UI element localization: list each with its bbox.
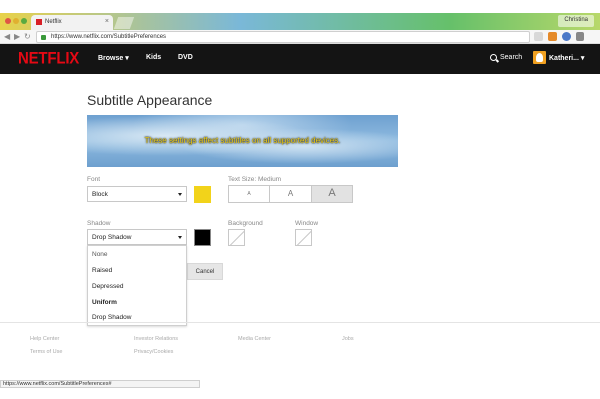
menu-icon[interactable] (576, 32, 584, 41)
reload-icon[interactable]: ↻ (24, 32, 31, 41)
shadow-color-swatch[interactable] (194, 229, 211, 246)
shadow-label: Shadow (87, 220, 111, 227)
netflix-logo[interactable]: NETFLIX (18, 49, 79, 68)
chevron-down-icon (178, 236, 182, 239)
shadow-option-drop-shadow[interactable]: Drop Shadow (92, 314, 131, 321)
browser-toolbar: ◀ ▶ ↻ https://www.netflix.com/SubtitlePr… (0, 30, 600, 44)
footer-divider (0, 322, 600, 323)
chevron-down-icon (178, 193, 182, 196)
text-size-medium[interactable]: A (270, 186, 312, 202)
bookmark-icon[interactable] (534, 32, 543, 41)
minimize-window-button[interactable] (13, 18, 19, 24)
shadow-option-none[interactable]: None (92, 251, 108, 258)
browser-status-bar: https://www.netflix.com/SubtitlePreferen… (0, 380, 200, 388)
window-label: Window (295, 220, 319, 227)
close-tab-icon[interactable]: × (105, 18, 109, 25)
address-bar[interactable]: https://www.netflix.com/SubtitlePreferen… (36, 31, 530, 43)
footer-link-jobs[interactable]: Jobs (342, 336, 354, 342)
extension-icon-2[interactable] (562, 32, 571, 41)
address-bar-url: https://www.netflix.com/SubtitlePreferen… (51, 34, 167, 40)
text-size-selector: A A A (228, 185, 353, 203)
footer-link-media-center[interactable]: Media Center (238, 336, 271, 342)
font-color-swatch[interactable] (194, 186, 211, 203)
font-label: Font (87, 176, 101, 183)
footer-link-investor-relations[interactable]: Investor Relations (134, 336, 178, 342)
background-label: Background (228, 220, 263, 227)
nav-dvd[interactable]: DVD (178, 54, 193, 61)
shadow-dropdown-menu: None Raised Depressed Uniform Drop Shado… (87, 245, 187, 326)
footer-link-terms[interactable]: Terms of Use (30, 349, 62, 355)
text-size-label: Text Size: Medium (228, 176, 282, 183)
browser-window: Netflix × Christina ◀ ▶ ↻ https://www.ne… (0, 0, 600, 399)
search-icon[interactable] (490, 54, 497, 61)
search-button[interactable]: Search (500, 54, 522, 61)
font-select-value: Block (92, 191, 108, 198)
close-window-button[interactable] (5, 18, 11, 24)
profile-menu[interactable]: Katheri... ▾ (549, 54, 584, 62)
forward-icon[interactable]: ▶ (14, 32, 20, 41)
cancel-button[interactable]: Cancel (187, 263, 223, 280)
lock-icon (41, 35, 46, 40)
netflix-favicon-icon (36, 19, 42, 25)
preview-text: These settings affect subtitles on all s… (144, 136, 341, 145)
page-title: Subtitle Appearance (87, 92, 213, 108)
shadow-option-uniform[interactable]: Uniform (92, 299, 117, 306)
tab-title: Netflix (45, 19, 62, 25)
shadow-option-raised[interactable]: Raised (92, 267, 112, 274)
background-color-swatch[interactable] (228, 229, 245, 246)
shadow-select[interactable]: Drop Shadow (87, 229, 187, 245)
browser-tab[interactable]: Netflix × (31, 15, 113, 30)
footer-link-privacy[interactable]: Privacy/Cookies (134, 349, 173, 355)
text-size-small[interactable]: A (229, 186, 270, 202)
avatar[interactable] (533, 51, 546, 64)
extension-icon[interactable] (548, 32, 557, 41)
footer-link-help-center[interactable]: Help Center (30, 336, 59, 342)
font-select[interactable]: Block (87, 186, 187, 202)
browser-profile-button[interactable]: Christina (558, 15, 594, 27)
shadow-option-depressed[interactable]: Depressed (92, 283, 123, 290)
shadow-select-value: Drop Shadow (92, 234, 132, 241)
text-size-large[interactable]: A (312, 186, 352, 202)
tab-bar: Netflix × Christina (0, 13, 600, 30)
maximize-window-button[interactable] (21, 18, 27, 24)
back-icon[interactable]: ◀ (4, 32, 10, 41)
nav-browse[interactable]: Browse ▾ (98, 54, 129, 62)
nav-kids[interactable]: Kids (146, 54, 161, 61)
window-color-swatch[interactable] (295, 229, 312, 246)
subtitle-preview: These settings affect subtitles on all s… (87, 115, 398, 167)
new-tab-button[interactable] (113, 17, 135, 29)
netflix-header: NETFLIX Browse ▾ Kids DVD Search Katheri… (0, 44, 600, 74)
